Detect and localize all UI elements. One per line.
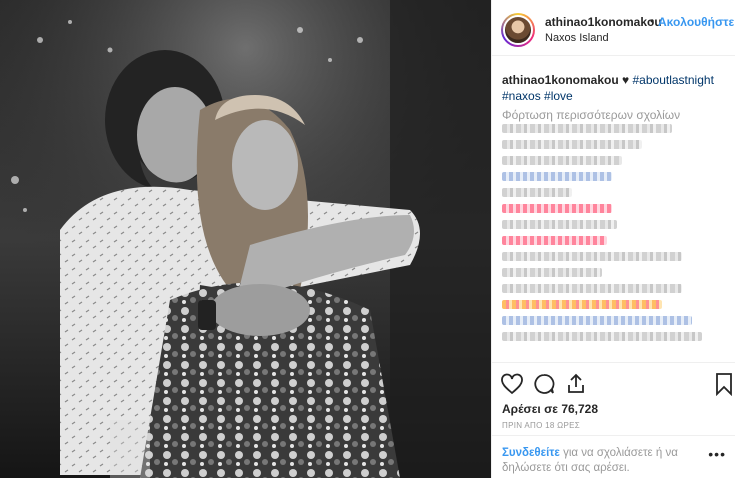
load-more-comments-button[interactable]: Φόρτωση περισσότερων σχολίων [502, 108, 728, 122]
blurred-comment [502, 332, 702, 341]
heart-icon[interactable] [500, 372, 524, 396]
blurred-comment [502, 268, 602, 277]
follow-button[interactable]: Ακολουθήστε [658, 15, 734, 29]
avatar[interactable] [503, 15, 533, 45]
blurred-comment [502, 188, 572, 197]
comments-section: athinao1konomakou ♥ #aboutlastnight #nax… [502, 72, 728, 122]
hashtag-naxos[interactable]: #naxos [502, 89, 541, 103]
post-header: athinao1konomakou • Ακολουθήστε Naxos Is… [492, 0, 735, 56]
header-username[interactable]: athinao1konomakou [545, 15, 662, 29]
more-options-button[interactable]: ••• [708, 446, 726, 462]
blurred-comment [502, 316, 692, 325]
location-link[interactable]: Naxos Island [545, 32, 609, 44]
photo-couple-embrace [0, 0, 491, 478]
blurred-comment [502, 172, 612, 181]
login-prompt: Συνδεθείτε για να σχολιάσετε ή να δηλώσε… [492, 435, 735, 478]
blurred-comment [502, 156, 622, 165]
likes-count[interactable]: Αρέσει σε 76,728 [502, 402, 598, 416]
comment-icon[interactable] [532, 372, 556, 396]
caption-username[interactable]: athinao1konomakou [502, 73, 619, 87]
hashtag-aboutlastnight[interactable]: #aboutlastnight [633, 73, 714, 87]
blurred-comments [502, 124, 728, 348]
heart-emoji: ♥ [622, 73, 630, 87]
blurred-comment [502, 284, 682, 293]
blurred-comment [502, 140, 642, 149]
separator-dot: • [650, 14, 655, 28]
avatar-story-ring[interactable] [501, 13, 535, 47]
hashtag-love[interactable]: #love [544, 89, 573, 103]
post-photo[interactable] [0, 0, 491, 478]
blurred-comment [502, 300, 662, 309]
blurred-comment [502, 252, 682, 261]
share-icon[interactable] [564, 372, 588, 396]
post-timestamp: ΠΡΙΝ ΑΠΟ 18 ΩΡΕΣ [502, 421, 580, 430]
post-actions-bar [492, 362, 735, 402]
caption: athinao1konomakou ♥ #aboutlastnight #nax… [502, 72, 728, 104]
login-link[interactable]: Συνδεθείτε [502, 447, 560, 459]
post-side-panel: athinao1konomakou • Ακολουθήστε Naxos Is… [491, 0, 735, 478]
bookmark-icon[interactable] [712, 372, 735, 396]
blurred-comment [502, 124, 672, 133]
login-prompt-text: Συνδεθείτε για να σχολιάσετε ή να δηλώσε… [502, 446, 702, 476]
blurred-comment [502, 204, 612, 213]
blurred-comment [502, 220, 617, 229]
blurred-comment [502, 236, 607, 245]
